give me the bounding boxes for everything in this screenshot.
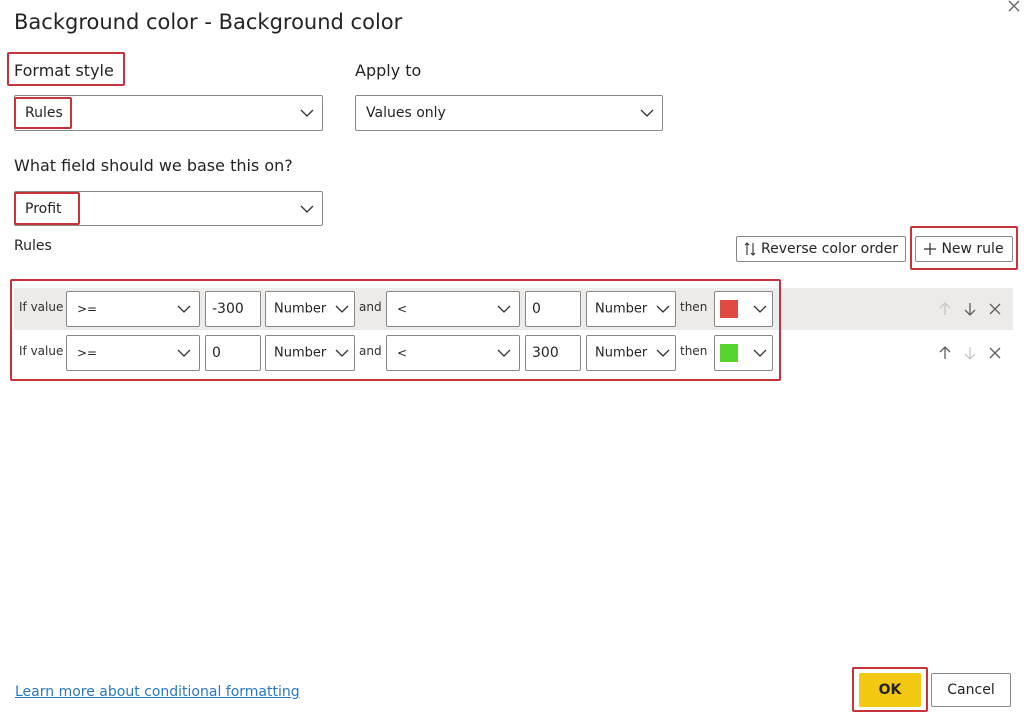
- ok-button[interactable]: OK: [859, 673, 921, 707]
- base-field-value-highlight: [14, 192, 80, 225]
- rules-highlight: [10, 279, 781, 381]
- learn-more-link[interactable]: Learn more about conditional formatting: [15, 684, 300, 700]
- close-icon[interactable]: [1006, 0, 1022, 14]
- base-field-label: What field should we base this on?: [14, 156, 293, 175]
- delete-rule-icon[interactable]: [988, 302, 1002, 316]
- move-up-icon[interactable]: [938, 302, 952, 316]
- apply-to-label: Apply to: [355, 61, 422, 80]
- reverse-color-order-button[interactable]: Reverse color order: [736, 236, 906, 262]
- rules-label: Rules: [14, 238, 52, 254]
- new-rule-button[interactable]: New rule: [915, 236, 1013, 262]
- delete-rule-icon[interactable]: [988, 346, 1002, 360]
- move-down-icon[interactable]: [963, 302, 977, 316]
- dialog-title: Background color - Background color: [14, 10, 403, 34]
- cancel-label: Cancel: [947, 682, 995, 698]
- apply-to-select[interactable]: Values only: [355, 95, 663, 131]
- reverse-color-order-label: Reverse color order: [761, 241, 898, 257]
- chevron-down-icon: [300, 205, 314, 213]
- format-style-label: Format style: [14, 61, 114, 80]
- move-down-icon[interactable]: [963, 346, 977, 360]
- ok-label: OK: [878, 682, 902, 698]
- apply-to-value: Values only: [366, 105, 446, 121]
- cancel-button[interactable]: Cancel: [931, 673, 1011, 707]
- format-style-value-highlight: [14, 97, 72, 129]
- chevron-down-icon: [300, 109, 314, 117]
- new-rule-label: New rule: [941, 241, 1004, 257]
- plus-icon: [924, 243, 937, 255]
- chevron-down-icon: [640, 109, 654, 117]
- move-up-icon[interactable]: [938, 346, 952, 360]
- sort-arrows-icon: [744, 242, 756, 256]
